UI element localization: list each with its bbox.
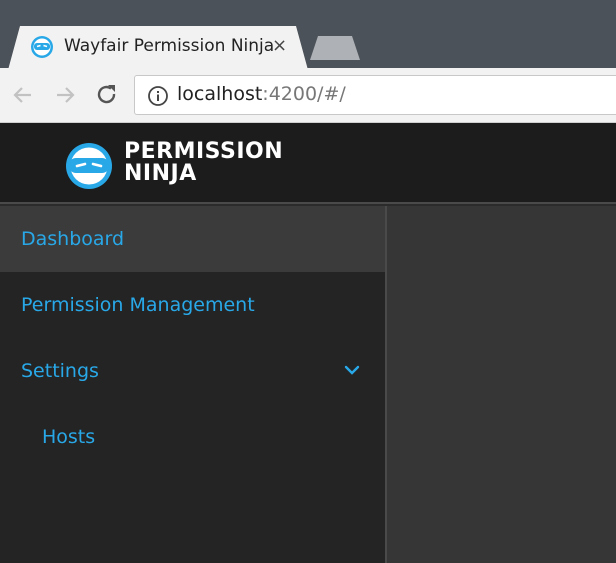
ninja-logo-icon[interactable] (64, 142, 114, 190)
sidebar: Dashboard Permission Management Settings… (0, 206, 385, 563)
new-tab-button[interactable] (310, 36, 360, 60)
sidebar-item-settings[interactable]: Settings (0, 338, 385, 404)
logo-line-2: NINJA (124, 161, 197, 186)
browser-toolbar: localhost:4200/#/ (0, 68, 616, 123)
sidebar-item-label: Hosts (42, 426, 96, 448)
forward-arrow-icon[interactable] (52, 82, 78, 108)
url-host: localhost (177, 83, 263, 105)
tab-title: Wayfair Permission Ninja (64, 36, 275, 56)
close-icon[interactable]: × (272, 35, 287, 57)
main-content (385, 206, 616, 563)
app-header: PERMISSION NINJA (0, 123, 616, 204)
sidebar-item-permission-management[interactable]: Permission Management (0, 272, 385, 338)
sidebar-item-label: Dashboard (21, 228, 125, 250)
app-logo-text[interactable]: PERMISSION NINJA (124, 141, 283, 185)
sidebar-item-dashboard[interactable]: Dashboard (0, 206, 385, 272)
url-path: :4200/#/ (262, 83, 346, 105)
info-icon[interactable] (147, 85, 169, 107)
sidebar-item-hosts[interactable]: Hosts (0, 404, 385, 470)
chevron-down-icon[interactable] (343, 364, 361, 376)
sidebar-item-label: Permission Management (21, 294, 255, 316)
sidebar-item-label: Settings (21, 360, 99, 382)
back-arrow-icon[interactable] (10, 82, 36, 108)
ninja-favicon-icon (31, 36, 53, 58)
browser-tab-strip: Wayfair Permission Ninja × (0, 0, 616, 70)
url-text: localhost:4200/#/ (177, 83, 346, 105)
address-bar[interactable]: localhost:4200/#/ (134, 75, 616, 115)
logo-line-1: PERMISSION (124, 139, 284, 164)
reload-icon[interactable] (94, 82, 120, 108)
